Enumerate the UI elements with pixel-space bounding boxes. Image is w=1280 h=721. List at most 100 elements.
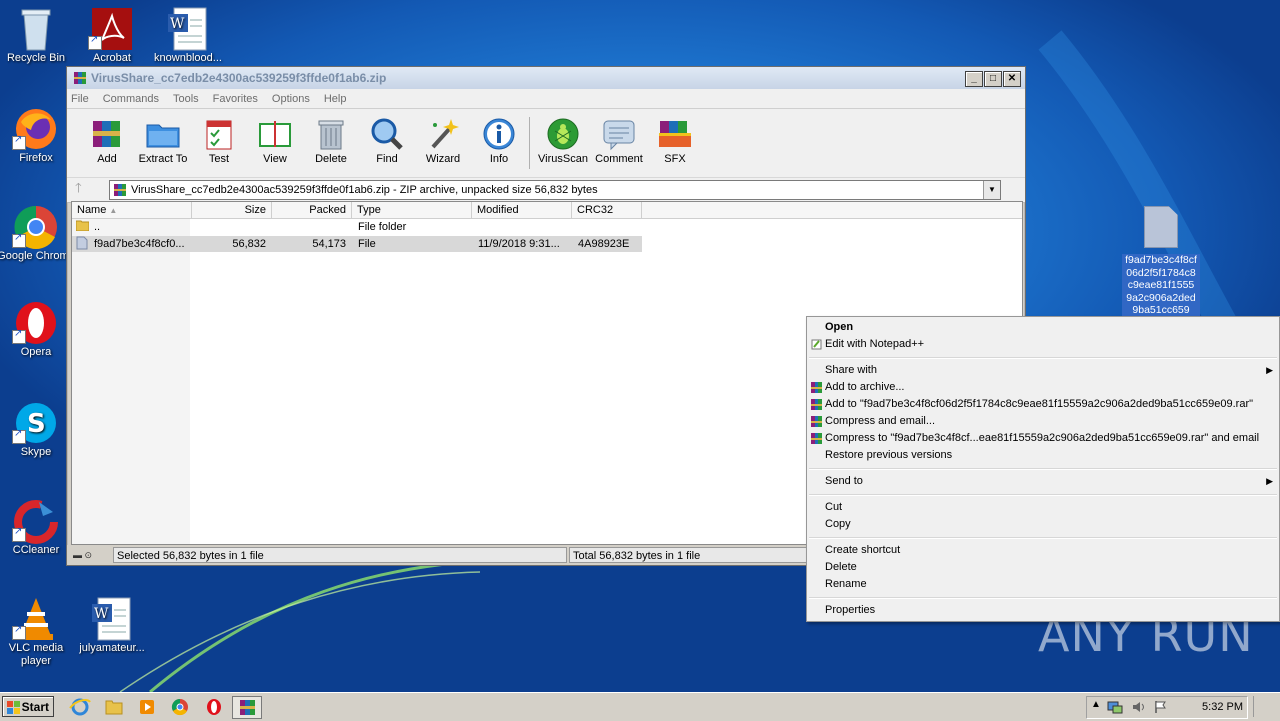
menu-item-delete[interactable]: Delete xyxy=(807,559,1279,576)
drive-icon[interactable]: ▬ ⊙ xyxy=(67,550,113,561)
shortcut-arrow-icon xyxy=(88,34,102,50)
internet-explorer-icon xyxy=(69,698,91,716)
info-button[interactable]: Info xyxy=(471,117,527,165)
menu-item-add-to-rar[interactable]: Add to "f9ad7be3c4f8cf06d2f5f1784c8c9eae… xyxy=(807,396,1279,413)
column-crc32[interactable]: CRC32 xyxy=(572,202,642,218)
menu-separator xyxy=(809,494,1277,496)
table-row-selected[interactable]: f9ad7be3c4f8cf0... 56,832 54,173 File 11… xyxy=(72,236,642,252)
address-bar: 🡑 VirusShare_cc7edb2e4300ac539259f3ffde0… xyxy=(67,177,1025,203)
sfx-button[interactable]: SFX xyxy=(647,117,703,165)
menu-commands[interactable]: Commands xyxy=(103,93,159,105)
start-button[interactable]: Start xyxy=(2,696,54,717)
up-arrow-icon[interactable]: 🡑 xyxy=(75,179,109,201)
menu-item-cut[interactable]: Cut xyxy=(807,499,1279,516)
context-menu: Open Edit with Notepad++ Share with ▶ Add… xyxy=(806,316,1280,622)
column-packed[interactable]: Packed xyxy=(272,202,352,218)
info-icon xyxy=(483,118,515,150)
column-size[interactable]: Size xyxy=(192,202,272,218)
shortcut-arrow-icon xyxy=(12,232,26,248)
submenu-arrow-icon: ▶ xyxy=(1266,365,1273,375)
menu-options[interactable]: Options xyxy=(272,93,310,105)
show-desktop-button[interactable] xyxy=(1253,696,1278,717)
maximize-button[interactable]: □ xyxy=(984,71,1002,87)
menu-separator xyxy=(809,537,1277,539)
desktop-icon-chrome[interactable]: Google Chrome xyxy=(0,204,76,263)
menu-tools[interactable]: Tools xyxy=(173,93,199,105)
address-text: VirusShare_cc7edb2e4300ac539259f3ffde0f1… xyxy=(131,184,598,196)
menu-bar: File Commands Tools Favorites Options He… xyxy=(67,89,1025,109)
column-name[interactable]: Name ▲ xyxy=(72,202,192,218)
menu-item-add-to-archive[interactable]: Add to archive... xyxy=(807,379,1279,396)
desktop-icon-acrobat[interactable]: Acrobat xyxy=(72,6,152,65)
winrar-icon xyxy=(811,399,822,410)
find-button[interactable]: Find xyxy=(359,117,415,165)
clock[interactable]: 5:32 PM xyxy=(1202,701,1243,713)
flag-icon[interactable] xyxy=(1153,700,1169,714)
close-button[interactable]: ✕ xyxy=(1003,71,1021,87)
virus-bug-icon xyxy=(547,118,579,150)
show-hidden-icons-arrow-icon[interactable]: ▲ xyxy=(1091,699,1101,710)
desktop-icon-knownblood[interactable]: W knownblood... xyxy=(148,6,228,65)
menu-favorites[interactable]: Favorites xyxy=(213,93,258,105)
add-button[interactable]: Add xyxy=(79,117,135,165)
network-icon[interactable] xyxy=(1107,700,1123,714)
column-headers: Name ▲ Size Packed Type Modified CRC32 xyxy=(72,202,1022,219)
desktop-icon-ccleaner[interactable]: CCleaner xyxy=(0,498,76,557)
extract-to-button[interactable]: Extract To xyxy=(135,117,191,165)
menu-separator xyxy=(809,468,1277,470)
toolbar: Add Extract To Test View Delete Find Wiz… xyxy=(67,109,1025,177)
menu-help[interactable]: Help xyxy=(324,93,347,105)
desktop-icon-julyamateur[interactable]: W julyamateur... xyxy=(72,596,152,655)
taskbar-opera[interactable] xyxy=(200,696,228,717)
winrar-icon xyxy=(114,184,126,196)
menu-item-compress-rar-email[interactable]: Compress to "f9ad7be3c4f8cf...eae81f1555… xyxy=(807,430,1279,447)
menu-item-send-to[interactable]: Send to ▶ xyxy=(807,473,1279,490)
desktop-icon-selected-file[interactable]: f9ad7be3c4f8cf06d2f5f1784c8c9eae81f15559… xyxy=(1120,206,1202,317)
wizard-button[interactable]: Wizard xyxy=(415,117,471,165)
virusscan-button[interactable]: VirusScan xyxy=(535,117,591,165)
column-modified[interactable]: Modified xyxy=(472,202,572,218)
title-bar[interactable]: VirusShare_cc7edb2e4300ac539259f3ffde0f1… xyxy=(67,67,1025,89)
desktop-icon-recycle-bin[interactable]: Recycle Bin xyxy=(0,6,76,65)
winrar-icon xyxy=(811,382,822,393)
word-document-icon: W xyxy=(92,597,131,641)
taskbar: Start ▲ 5:32 PM xyxy=(0,692,1280,721)
table-row[interactable]: .. File folder xyxy=(72,219,642,235)
address-field[interactable]: VirusShare_cc7edb2e4300ac539259f3ffde0f1… xyxy=(109,180,1001,200)
taskbar-media-player[interactable] xyxy=(133,696,161,717)
menu-item-open[interactable]: Open xyxy=(807,319,1279,336)
delete-button[interactable]: Delete xyxy=(303,117,359,165)
sfx-archive-icon xyxy=(659,121,691,147)
svg-text:W: W xyxy=(94,606,109,622)
menu-item-copy[interactable]: Copy xyxy=(807,516,1279,533)
taskbar-ie[interactable] xyxy=(66,696,94,717)
column-type[interactable]: Type xyxy=(352,202,472,218)
speaker-icon[interactable] xyxy=(1131,700,1147,714)
taskbar-winrar-active[interactable] xyxy=(232,696,262,719)
folder-icon xyxy=(146,124,180,148)
menu-item-edit-notepadpp[interactable]: Edit with Notepad++ xyxy=(807,336,1279,353)
test-clipboard-icon xyxy=(206,120,232,150)
svg-text:W: W xyxy=(170,16,185,32)
minimize-button[interactable]: _ xyxy=(965,71,983,87)
menu-item-properties[interactable]: Properties xyxy=(807,602,1279,619)
media-player-icon xyxy=(140,700,154,714)
desktop-icon-skype[interactable]: S Skype xyxy=(0,400,76,459)
taskbar-chrome[interactable] xyxy=(166,696,194,717)
desktop-icon-vlc[interactable]: VLC media player xyxy=(0,596,76,668)
taskbar-explorer[interactable] xyxy=(100,696,128,717)
menu-item-rename[interactable]: Rename xyxy=(807,576,1279,593)
test-button[interactable]: Test xyxy=(191,117,247,165)
word-document-icon: W xyxy=(168,7,207,51)
menu-item-compress-email[interactable]: Compress and email... xyxy=(807,413,1279,430)
shortcut-arrow-icon xyxy=(12,428,26,444)
desktop-icon-opera[interactable]: Opera xyxy=(0,300,76,359)
comment-button[interactable]: Comment xyxy=(591,117,647,165)
desktop-icon-firefox[interactable]: Firefox xyxy=(0,106,76,165)
view-button[interactable]: View xyxy=(247,117,303,165)
menu-item-restore[interactable]: Restore previous versions xyxy=(807,447,1279,464)
menu-file[interactable]: File xyxy=(71,93,89,105)
menu-item-create-shortcut[interactable]: Create shortcut xyxy=(807,542,1279,559)
dropdown-arrow-icon[interactable]: ▼ xyxy=(983,181,1000,199)
menu-item-share-with[interactable]: Share with ▶ xyxy=(807,362,1279,379)
